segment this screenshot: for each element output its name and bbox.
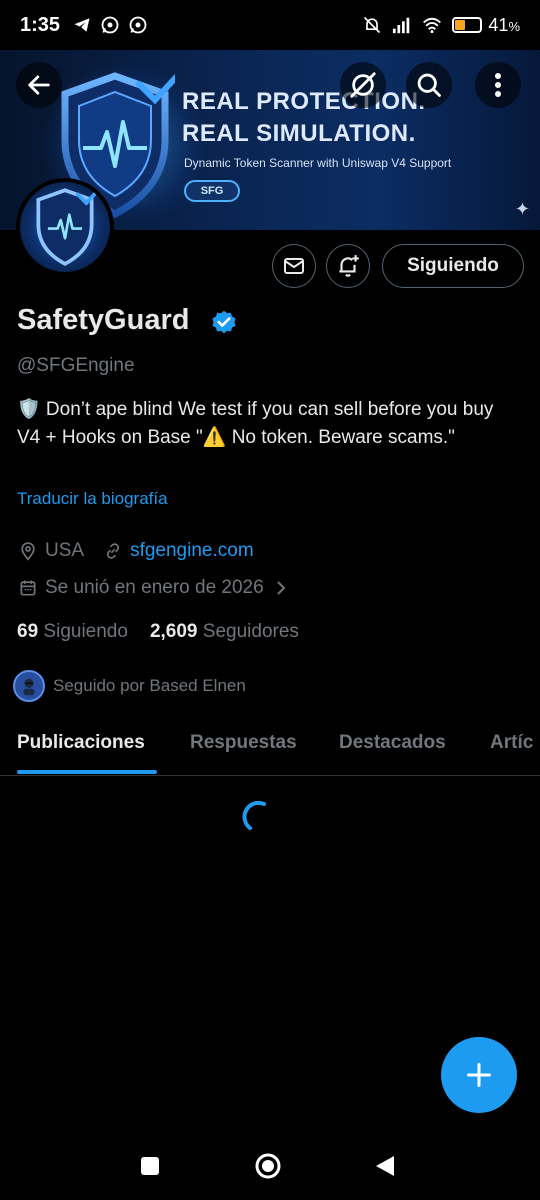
whatsapp-icon <box>100 15 120 35</box>
message-button[interactable] <box>272 244 316 288</box>
profile-website-link[interactable]: sfgengine.com <box>130 540 254 562</box>
profile-name: SafetyGuard <box>17 304 190 336</box>
triangle-back-icon <box>376 1156 394 1176</box>
profile-joined: Se unió en enero de 2026 <box>45 577 264 598</box>
tab-respuestas[interactable]: Respuestas <box>190 732 297 754</box>
mute-icon <box>362 15 382 35</box>
back-arrow-icon <box>28 75 50 95</box>
grok-button[interactable] <box>340 62 386 108</box>
calendar-icon <box>17 577 39 599</box>
followers-label: Seguidores <box>202 621 299 642</box>
battery-unit: % <box>508 18 520 34</box>
tab-articulos[interactable]: Artíc <box>490 732 533 754</box>
plus-icon <box>466 1062 492 1088</box>
following-count: 69 <box>17 621 39 642</box>
follower-avatar <box>13 670 45 702</box>
bell-plus-icon <box>339 255 359 277</box>
followers-count: 2,609 <box>149 621 198 642</box>
following-button[interactable]: Siguiendo <box>382 244 524 288</box>
profile-bio: 🛡️ Don’t ape blind We test if you can se… <box>17 399 494 448</box>
system-nav-bar <box>0 1130 540 1200</box>
wifi-icon <box>422 15 442 35</box>
followed-by-text: Seguido por Based Elnen <box>53 676 246 695</box>
verified-badge-icon <box>212 310 236 334</box>
more-icon <box>495 73 501 97</box>
location-icon <box>17 540 39 562</box>
tab-destacados[interactable]: Destacados <box>339 732 446 754</box>
compose-button[interactable] <box>441 1037 517 1113</box>
search-button[interactable] <box>406 62 452 108</box>
signal-icon <box>392 15 412 35</box>
profile-location: USA <box>45 540 85 561</box>
whatsapp-icon <box>128 15 148 35</box>
profile-handle: @SFGEngine <box>17 355 135 376</box>
profile-meta-row: USA sfgengine.com <box>17 540 254 562</box>
following-label: Siguiendo <box>43 621 128 642</box>
telegram-icon <box>72 15 92 35</box>
tab-publicaciones[interactable]: Publicaciones <box>17 732 145 754</box>
banner-headline-2: REAL SIMULATION. <box>182 120 416 147</box>
profile-avatar[interactable] <box>16 178 114 276</box>
shield-avatar-icon <box>36 187 100 266</box>
follow-counts: 69 Siguiendo 2,609 Seguidores <box>17 621 299 643</box>
square-icon <box>141 1157 159 1175</box>
banner-headline-1: REAL PROTECTION. <box>182 88 426 115</box>
notify-button[interactable] <box>326 244 370 288</box>
loading-spinner-icon <box>242 800 266 830</box>
mail-icon <box>284 258 304 274</box>
active-tab-indicator <box>17 770 157 774</box>
followers-count-link[interactable]: 2,609 Seguidores <box>150 621 299 643</box>
followed-by-row[interactable]: Seguido por Based Elnen <box>13 670 246 702</box>
battery-icon: 41% <box>452 15 520 36</box>
battery-percent: 41 <box>488 14 509 35</box>
sparkle-icon: ✦ <box>514 199 530 219</box>
more-button[interactable] <box>475 62 521 108</box>
recents-button[interactable] <box>140 1156 160 1176</box>
status-bar: 1:35 41% <box>0 0 540 50</box>
chevron-right-icon <box>274 579 288 597</box>
translate-bio-link[interactable]: Traducir la biografía <box>17 489 168 509</box>
back-nav-button[interactable] <box>374 1154 396 1178</box>
joined-row[interactable]: Se unió en enero de 2026 <box>17 577 288 599</box>
profile-tabs: Publicaciones Respuestas Destacados Artí… <box>0 716 540 776</box>
grok-icon <box>350 72 376 98</box>
following-count-link[interactable]: 69 Siguiendo <box>17 621 128 643</box>
home-button[interactable] <box>254 1152 282 1180</box>
link-icon <box>102 540 124 562</box>
search-icon <box>417 73 441 97</box>
status-time: 1:35 <box>20 13 61 36</box>
banner-subtitle: Dynamic Token Scanner with Uniswap V4 Su… <box>184 156 452 170</box>
back-button[interactable] <box>16 62 62 108</box>
home-circle-icon <box>255 1153 281 1179</box>
banner-pill: SFG <box>184 180 240 202</box>
